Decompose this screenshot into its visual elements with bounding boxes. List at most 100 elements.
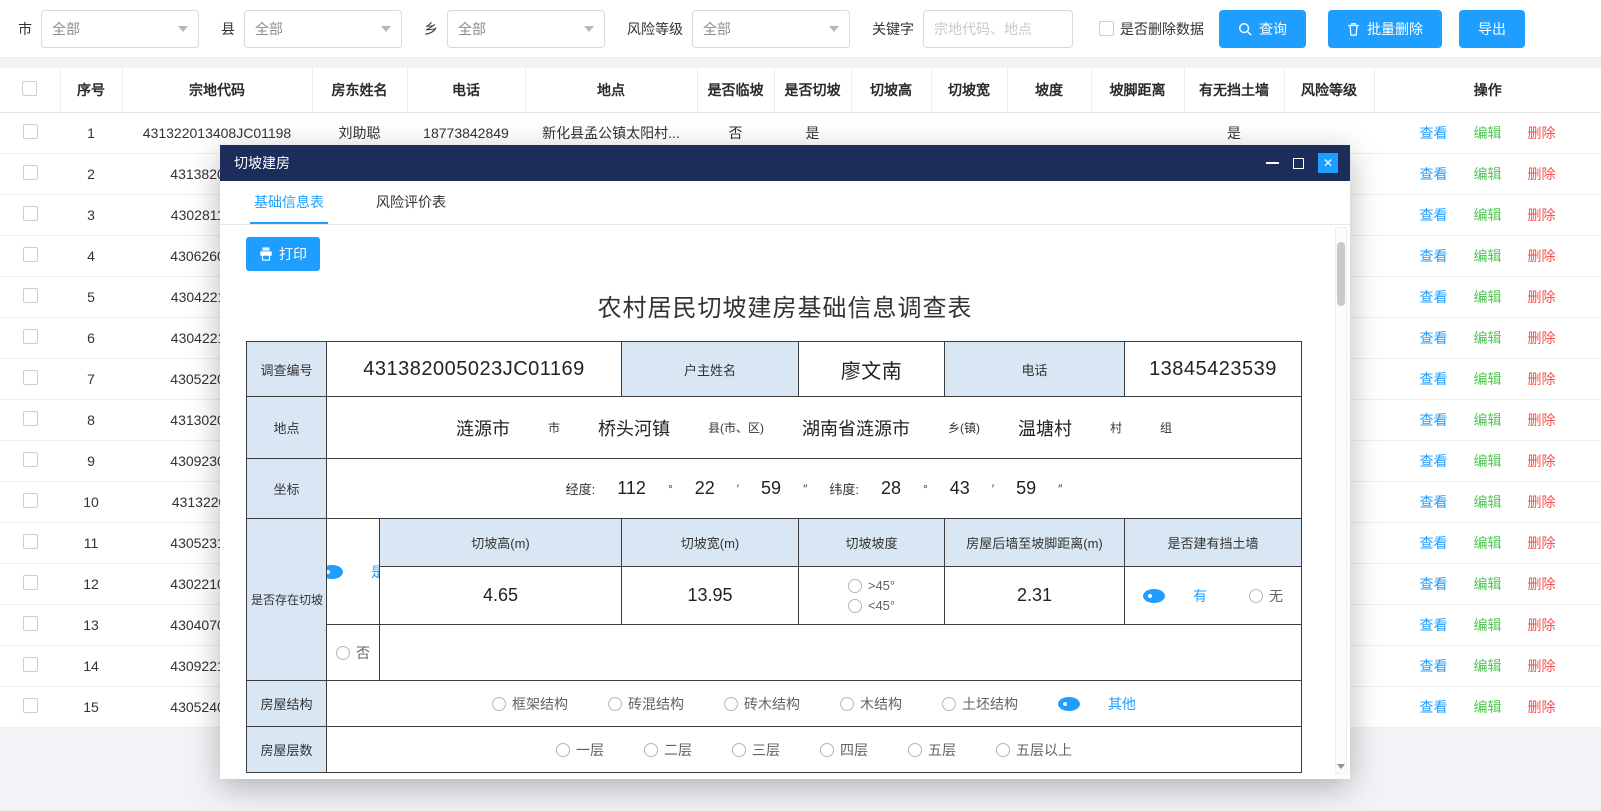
close-button[interactable]: ✕ <box>1318 153 1338 173</box>
checkbox-icon <box>1099 21 1114 36</box>
edit-link[interactable]: 编辑 <box>1474 207 1502 223</box>
structure-option[interactable]: 土坯结构 <box>942 694 1018 714</box>
edit-link[interactable]: 编辑 <box>1474 371 1502 387</box>
view-link[interactable]: 查看 <box>1420 330 1448 346</box>
minimize-button[interactable] <box>1266 162 1279 164</box>
select-all-checkbox[interactable] <box>22 81 37 96</box>
delete-link[interactable]: 删除 <box>1528 494 1556 510</box>
row-checkbox[interactable] <box>23 657 38 672</box>
view-link[interactable]: 查看 <box>1420 412 1448 428</box>
view-link[interactable]: 查看 <box>1420 371 1448 387</box>
floors-option[interactable]: 四层 <box>820 740 868 760</box>
delete-link[interactable]: 删除 <box>1528 699 1556 715</box>
row-checkbox[interactable] <box>23 329 38 344</box>
risk-level-select[interactable]: 全部 <box>692 10 850 48</box>
structure-option[interactable]: 框架结构 <box>492 694 568 714</box>
row-checkbox[interactable] <box>23 370 38 385</box>
export-button[interactable]: 导出 <box>1459 10 1525 48</box>
view-link[interactable]: 查看 <box>1420 494 1448 510</box>
edit-link[interactable]: 编辑 <box>1474 248 1502 264</box>
query-button[interactable]: 查询 <box>1219 10 1306 48</box>
view-link[interactable]: 查看 <box>1420 125 1448 141</box>
floors-option[interactable]: 一层 <box>556 740 604 760</box>
structure-option[interactable]: 砖木结构 <box>724 694 800 714</box>
row-checkbox[interactable] <box>23 575 38 590</box>
angle-gt45-radio[interactable]: >45° <box>848 578 895 593</box>
edit-link[interactable]: 编辑 <box>1474 617 1502 633</box>
tab-risk-evaluation[interactable]: 风险评价表 <box>372 181 450 224</box>
row-checkbox[interactable] <box>23 452 38 467</box>
edit-link[interactable]: 编辑 <box>1474 658 1502 674</box>
row-checkbox[interactable] <box>23 616 38 631</box>
edit-link[interactable]: 编辑 <box>1474 166 1502 182</box>
structure-option[interactable]: 木结构 <box>840 694 902 714</box>
batch-delete-button[interactable]: 批量删除 <box>1328 10 1442 48</box>
view-link[interactable]: 查看 <box>1420 248 1448 264</box>
maximize-button[interactable] <box>1293 158 1304 169</box>
view-link[interactable]: 查看 <box>1420 658 1448 674</box>
delete-link[interactable]: 删除 <box>1528 248 1556 264</box>
row-checkbox[interactable] <box>23 124 38 139</box>
wall-yes-radio[interactable]: 有 <box>1143 586 1207 606</box>
structure-option[interactable]: 其他 <box>1058 694 1136 714</box>
edit-link[interactable]: 编辑 <box>1474 453 1502 469</box>
delete-link[interactable]: 删除 <box>1528 617 1556 633</box>
row-checkbox[interactable] <box>23 206 38 221</box>
city-select[interactable]: 全部 <box>41 10 199 48</box>
slope-no-radio[interactable]: 否 <box>336 643 370 663</box>
row-checkbox[interactable] <box>23 165 38 180</box>
modal-scrollbar[interactable] <box>1335 227 1347 774</box>
delete-link[interactable]: 删除 <box>1528 658 1556 674</box>
structure-option-label: 砖木结构 <box>744 694 800 714</box>
delete-link[interactable]: 删除 <box>1528 207 1556 223</box>
floors-option[interactable]: 三层 <box>732 740 780 760</box>
delete-link[interactable]: 删除 <box>1528 535 1556 551</box>
structure-option[interactable]: 砖混结构 <box>608 694 684 714</box>
row-checkbox[interactable] <box>23 534 38 549</box>
delete-link[interactable]: 删除 <box>1528 576 1556 592</box>
view-link[interactable]: 查看 <box>1420 576 1448 592</box>
row-checkbox[interactable] <box>23 247 38 262</box>
print-button[interactable]: 打印 <box>246 237 320 271</box>
edit-link[interactable]: 编辑 <box>1474 535 1502 551</box>
wall-no-radio[interactable]: 无 <box>1249 586 1283 606</box>
delete-link[interactable]: 删除 <box>1528 330 1556 346</box>
view-link[interactable]: 查看 <box>1420 535 1448 551</box>
row-checkbox[interactable] <box>23 493 38 508</box>
row-checkbox[interactable] <box>23 698 38 713</box>
view-link[interactable]: 查看 <box>1420 617 1448 633</box>
delete-link[interactable]: 删除 <box>1528 412 1556 428</box>
delete-link[interactable]: 删除 <box>1528 166 1556 182</box>
angle-lt45-radio[interactable]: <45° <box>848 598 895 613</box>
view-link[interactable]: 查看 <box>1420 289 1448 305</box>
floors-option[interactable]: 五层 <box>908 740 956 760</box>
edit-link[interactable]: 编辑 <box>1474 576 1502 592</box>
view-link[interactable]: 查看 <box>1420 699 1448 715</box>
edit-link[interactable]: 编辑 <box>1474 494 1502 510</box>
survey-row-structure: 房屋结构 框架结构砖混结构砖木结构木结构土坯结构其他 <box>247 681 1302 727</box>
floors-option[interactable]: 五层以上 <box>996 740 1072 760</box>
edit-link[interactable]: 编辑 <box>1474 125 1502 141</box>
township-select[interactable]: 全部 <box>447 10 605 48</box>
scroll-down-arrow-icon[interactable] <box>1337 762 1345 770</box>
edit-link[interactable]: 编辑 <box>1474 289 1502 305</box>
delete-link[interactable]: 删除 <box>1528 125 1556 141</box>
edit-link[interactable]: 编辑 <box>1474 412 1502 428</box>
edit-link[interactable]: 编辑 <box>1474 699 1502 715</box>
row-checkbox[interactable] <box>23 288 38 303</box>
keyword-input[interactable] <box>923 10 1073 48</box>
delete-link[interactable]: 删除 <box>1528 371 1556 387</box>
floors-option[interactable]: 二层 <box>644 740 692 760</box>
delete-link[interactable]: 删除 <box>1528 289 1556 305</box>
show-deleted-checkbox[interactable]: 是否删除数据 <box>1099 19 1204 39</box>
slope-yes-radio[interactable]: 是 <box>327 562 380 582</box>
view-link[interactable]: 查看 <box>1420 453 1448 469</box>
county-select[interactable]: 全部 <box>244 10 402 48</box>
tab-basic-info[interactable]: 基础信息表 <box>250 181 328 224</box>
edit-link[interactable]: 编辑 <box>1474 330 1502 346</box>
view-link[interactable]: 查看 <box>1420 207 1448 223</box>
row-checkbox[interactable] <box>23 411 38 426</box>
delete-link[interactable]: 删除 <box>1528 453 1556 469</box>
view-link[interactable]: 查看 <box>1420 166 1448 182</box>
scrollbar-thumb[interactable] <box>1337 242 1345 306</box>
